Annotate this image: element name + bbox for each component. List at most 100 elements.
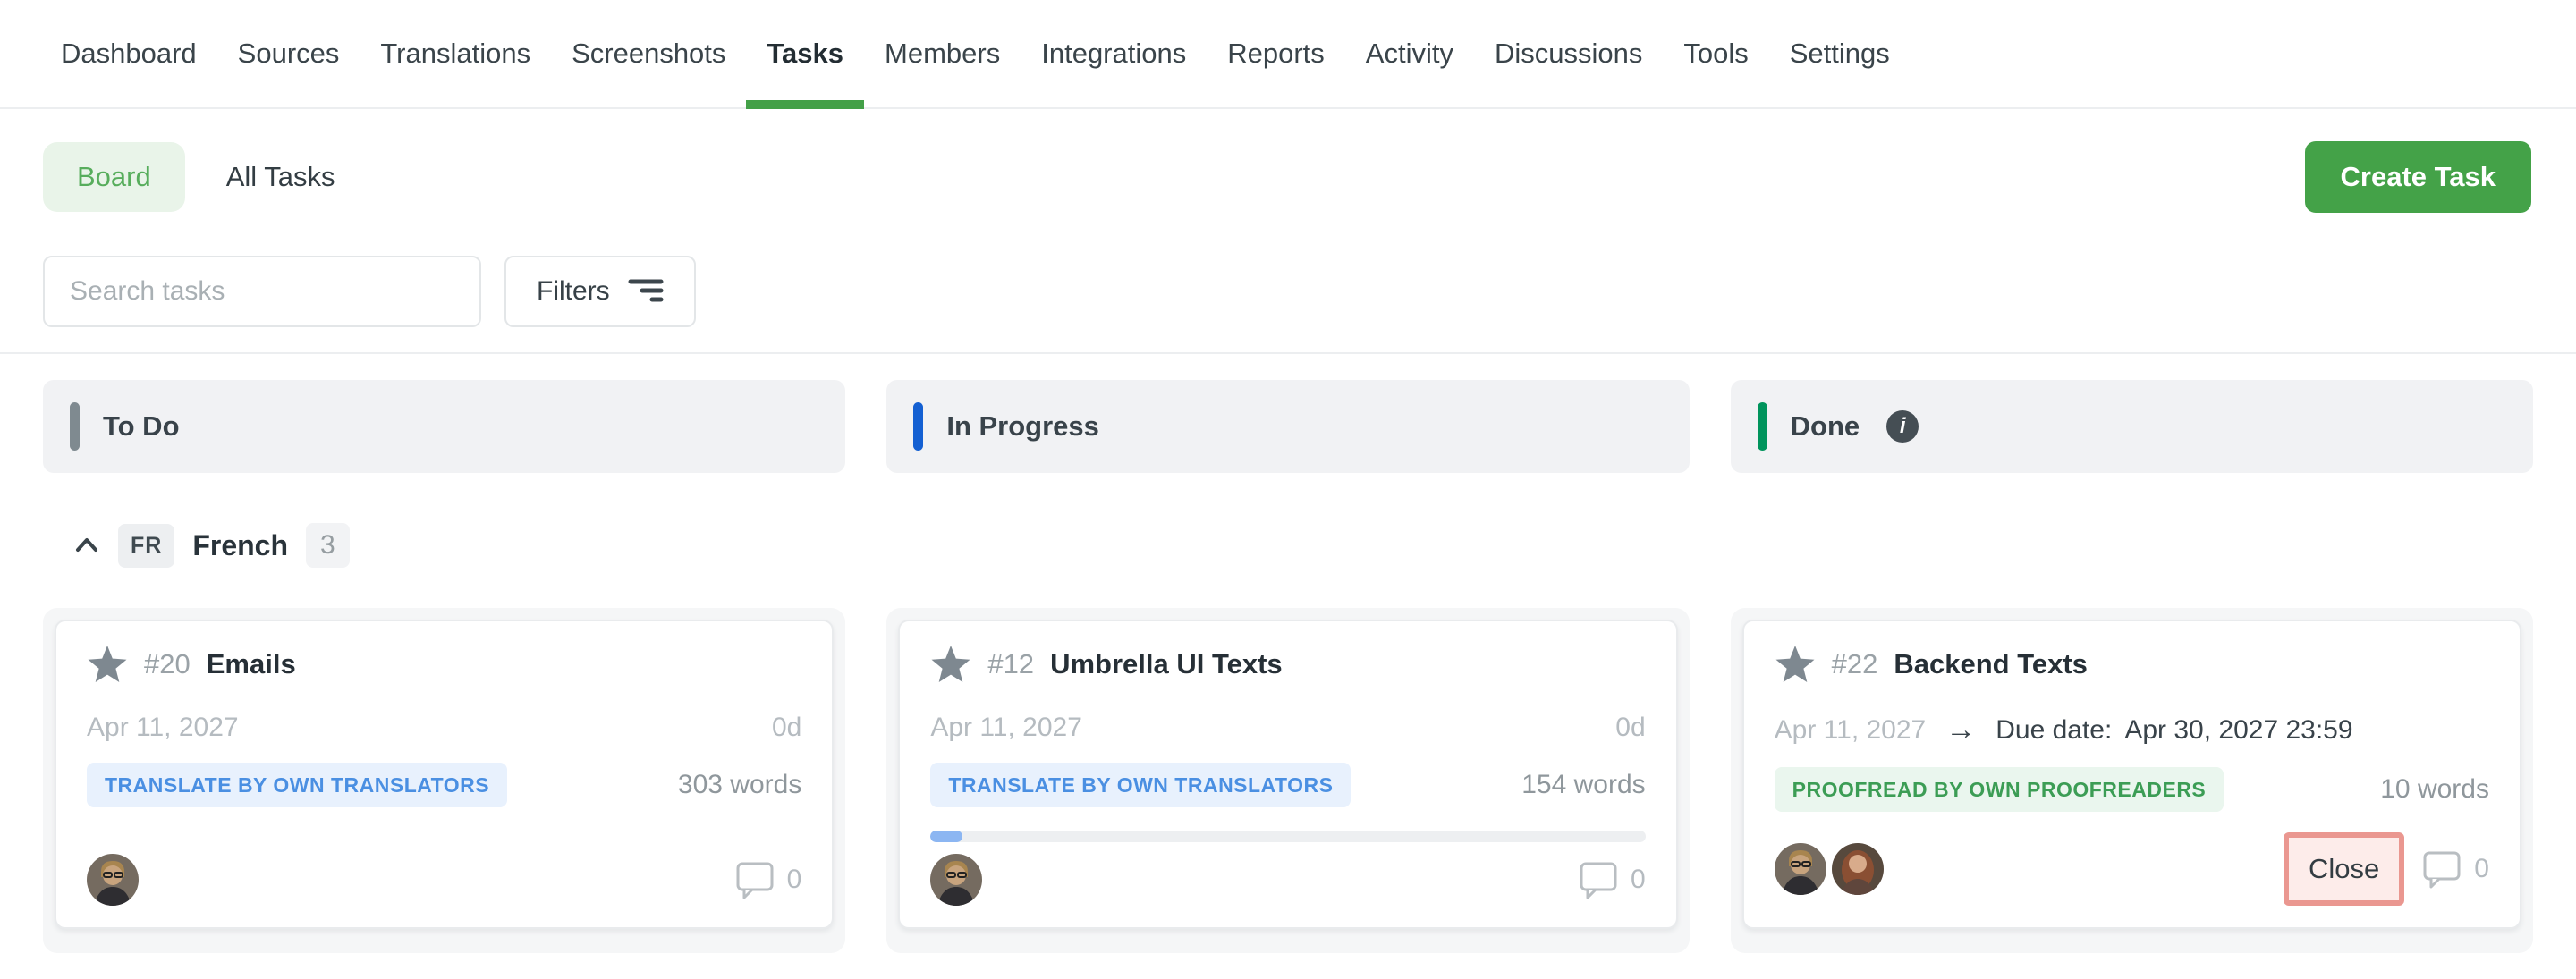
done-status-marker bbox=[1758, 402, 1767, 451]
info-icon[interactable]: i bbox=[1886, 410, 1919, 443]
board-lanes: #20 Emails Apr 11, 2027 0d TRANSLATE BY … bbox=[43, 608, 2533, 953]
task-id: #22 bbox=[1832, 648, 1878, 680]
card-footer: 0 bbox=[87, 854, 801, 906]
duration: 0d bbox=[1615, 713, 1645, 743]
card-date-row: Apr 11, 2027 0d bbox=[87, 713, 801, 743]
start-date: Apr 11, 2027 bbox=[930, 713, 1082, 743]
comments[interactable]: 0 bbox=[735, 860, 802, 899]
avatar bbox=[930, 854, 982, 906]
assignee-avatars bbox=[1775, 843, 1884, 895]
comment-count: 0 bbox=[1631, 865, 1646, 895]
task-type-badge: PROOFREAD BY OWN PROOFREADERS bbox=[1775, 767, 2224, 812]
avatar bbox=[87, 854, 139, 906]
card-badge-row: TRANSLATE BY OWN TRANSLATORS 154 words bbox=[930, 763, 1645, 807]
in-progress-status-marker bbox=[913, 402, 923, 451]
progress-bar-fill bbox=[930, 831, 962, 842]
word-count: 303 words bbox=[678, 770, 801, 800]
column-header-done: Done i bbox=[1731, 380, 2533, 473]
column-label: Done bbox=[1791, 410, 1860, 443]
nav-discussions[interactable]: Discussions bbox=[1474, 0, 1663, 107]
task-count-badge: 3 bbox=[306, 523, 350, 568]
column-headers: To Do In Progress Done i bbox=[43, 380, 2533, 473]
nav-translations[interactable]: Translations bbox=[360, 0, 551, 107]
column-header-in-progress: In Progress bbox=[886, 380, 1689, 473]
task-title: Umbrella UI Texts bbox=[1050, 648, 1283, 680]
section-divider bbox=[0, 352, 2576, 354]
word-count: 10 words bbox=[2380, 774, 2489, 805]
comment-icon bbox=[735, 860, 775, 899]
card-footer-right: 0 bbox=[1579, 860, 1646, 899]
avatar bbox=[1832, 843, 1884, 895]
column-header-todo: To Do bbox=[43, 380, 845, 473]
language-name: French bbox=[192, 529, 288, 562]
search-input[interactable] bbox=[43, 256, 481, 327]
filters-label: Filters bbox=[537, 276, 610, 307]
tasks-board-page: Dashboard Sources Translations Screensho… bbox=[0, 0, 2576, 979]
create-task-button[interactable]: Create Task bbox=[2305, 141, 2531, 213]
star-icon[interactable] bbox=[930, 645, 971, 684]
filters-button[interactable]: Filters bbox=[504, 256, 696, 327]
project-nav: Dashboard Sources Translations Screensho… bbox=[0, 0, 2576, 109]
filter-lines-icon bbox=[628, 276, 664, 307]
chevron-up-icon[interactable] bbox=[73, 536, 100, 554]
nav-activity[interactable]: Activity bbox=[1345, 0, 1474, 107]
search-filter-row: Filters bbox=[43, 256, 696, 327]
view-tabs-row: Board All Tasks Create Task bbox=[43, 140, 2531, 214]
nav-tasks[interactable]: Tasks bbox=[746, 0, 864, 107]
column-label: To Do bbox=[103, 410, 180, 443]
task-type-badge: TRANSLATE BY OWN TRANSLATORS bbox=[930, 763, 1351, 807]
star-icon[interactable] bbox=[1775, 645, 1816, 684]
close-button[interactable]: Close bbox=[2284, 832, 2404, 906]
task-card[interactable]: #22 Backend Texts Apr 11, 2027 → Due dat… bbox=[1742, 620, 2521, 929]
comment-count: 0 bbox=[787, 865, 802, 895]
column-label: In Progress bbox=[946, 410, 1099, 443]
card-date-row: Apr 11, 2027 0d bbox=[930, 713, 1645, 743]
nav-dashboard[interactable]: Dashboard bbox=[40, 0, 217, 107]
duration: 0d bbox=[772, 713, 801, 743]
card-date-row: Apr 11, 2027 → Due date: Apr 30, 2027 23… bbox=[1775, 713, 2489, 747]
assignee-avatars bbox=[930, 854, 982, 906]
comment-icon bbox=[2422, 849, 2462, 889]
star-icon[interactable] bbox=[87, 645, 128, 684]
avatar bbox=[1775, 843, 1826, 895]
card-footer-right: 0 bbox=[735, 860, 802, 899]
nav-reports[interactable]: Reports bbox=[1207, 0, 1345, 107]
language-group-header: FR French 3 bbox=[43, 517, 350, 574]
card-title-row: #12 Umbrella UI Texts bbox=[930, 645, 1645, 684]
progress-bar bbox=[930, 831, 1645, 842]
card-title-row: #22 Backend Texts bbox=[1775, 645, 2489, 684]
nav-members[interactable]: Members bbox=[864, 0, 1021, 107]
word-count: 154 words bbox=[1521, 770, 1645, 800]
tab-all-tasks[interactable]: All Tasks bbox=[226, 161, 335, 193]
card-badge-row: PROOFREAD BY OWN PROOFREADERS 10 words bbox=[1775, 767, 2489, 812]
nav-screenshots[interactable]: Screenshots bbox=[551, 0, 746, 107]
task-card[interactable]: #12 Umbrella UI Texts Apr 11, 2027 0d TR… bbox=[898, 620, 1677, 929]
task-title: Emails bbox=[207, 648, 296, 680]
comment-count: 0 bbox=[2474, 854, 2489, 884]
card-footer: 0 bbox=[930, 854, 1645, 906]
lane-in-progress: #12 Umbrella UI Texts Apr 11, 2027 0d TR… bbox=[886, 608, 1689, 953]
card-footer-right: Close 0 bbox=[2284, 832, 2489, 906]
card-footer: Close 0 bbox=[1775, 832, 2489, 906]
task-id: #20 bbox=[144, 648, 191, 680]
card-badge-row: TRANSLATE BY OWN TRANSLATORS 303 words bbox=[87, 763, 801, 807]
language-code-badge: FR bbox=[118, 524, 174, 568]
nav-tools[interactable]: Tools bbox=[1663, 0, 1768, 107]
task-title: Backend Texts bbox=[1894, 648, 2088, 680]
task-id: #12 bbox=[987, 648, 1034, 680]
comments[interactable]: 0 bbox=[2422, 849, 2489, 889]
nav-sources[interactable]: Sources bbox=[217, 0, 360, 107]
comments[interactable]: 0 bbox=[1579, 860, 1646, 899]
due-date-label: Due date: bbox=[1996, 715, 2112, 746]
nav-settings[interactable]: Settings bbox=[1769, 0, 1911, 107]
lane-todo: #20 Emails Apr 11, 2027 0d TRANSLATE BY … bbox=[43, 608, 845, 953]
assignee-avatars bbox=[87, 854, 139, 906]
start-date: Apr 11, 2027 bbox=[87, 713, 239, 743]
card-title-row: #20 Emails bbox=[87, 645, 801, 684]
tab-board[interactable]: Board bbox=[43, 142, 185, 212]
nav-integrations[interactable]: Integrations bbox=[1021, 0, 1207, 107]
task-card[interactable]: #20 Emails Apr 11, 2027 0d TRANSLATE BY … bbox=[55, 620, 834, 929]
start-date: Apr 11, 2027 bbox=[1775, 715, 1927, 746]
todo-status-marker bbox=[70, 402, 80, 451]
comment-icon bbox=[1579, 860, 1618, 899]
